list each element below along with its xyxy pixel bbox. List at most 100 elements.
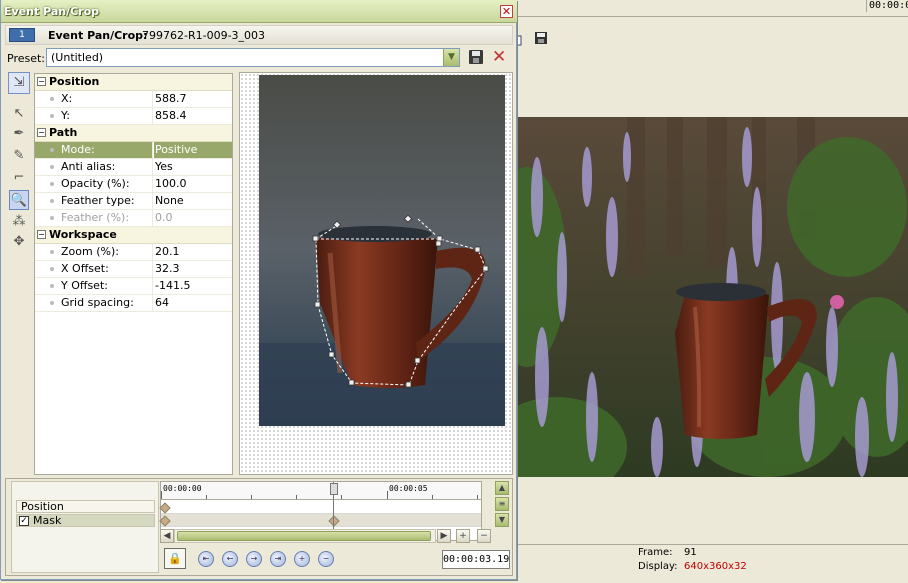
prop-row-opacity[interactable]: Opacity (%): 100.0 [35, 176, 232, 193]
prop-row-antialias[interactable]: Anti alias: Yes [35, 159, 232, 176]
timeline-hscrollbar[interactable] [174, 529, 436, 543]
zoom-tool-icon[interactable]: 🔍 [9, 190, 29, 210]
prop-value[interactable]: Positive [154, 142, 232, 158]
tool-strip: ⇲ ↖ ✒ ✎ ⌐ 🔍 ⁂ ✥ [6, 72, 32, 476]
collapse-icon[interactable]: − [37, 128, 46, 137]
anchor-creation-tool-icon[interactable]: ✒ [9, 124, 29, 144]
prev-keyframe-icon[interactable]: ← [222, 551, 238, 567]
save-icon[interactable] [534, 31, 548, 45]
scroll-down-icon[interactable]: ▼ [495, 513, 509, 527]
ruler-label: 00:00:05 [389, 484, 428, 493]
time-ruler[interactable]: 00:00:00 00:00:05 [161, 482, 481, 500]
scroll-up-icon[interactable]: ▲ [495, 481, 509, 495]
anchor-deletion-tool-icon[interactable]: ✎ [9, 146, 29, 166]
category-workspace[interactable]: − Workspace [35, 227, 232, 244]
prop-value[interactable]: 32.3 [154, 261, 180, 277]
prop-value[interactable]: Yes [154, 159, 173, 175]
prop-row-feather-type[interactable]: Feather type: None [35, 193, 232, 210]
prop-label: Feather (%): [35, 210, 153, 226]
ruler-tick [206, 495, 207, 499]
video-preview [517, 117, 908, 477]
delete-preset-icon[interactable]: ✕ [492, 49, 506, 66]
window-titlebar[interactable]: Event Pan/Crop ✕ [1, 0, 517, 23]
split-tangent-tool-icon[interactable]: ⌐ [9, 168, 29, 188]
event-header: 1 Event Pan/Crop: 799762-R1-009-3_003 [5, 25, 513, 45]
next-keyframe-icon[interactable]: → [246, 551, 262, 567]
collapse-icon[interactable]: − [37, 77, 46, 86]
delete-keyframe-icon[interactable]: − [318, 551, 334, 567]
prop-label: Feather type: [35, 193, 153, 209]
host-divider [517, 544, 908, 545]
ruler-tick [477, 495, 478, 499]
prop-value[interactable]: 64 [154, 295, 169, 311]
add-keyframe-icon[interactable]: + [294, 551, 310, 567]
prop-label: Y: [35, 108, 153, 124]
timeline-row-mask[interactable] [161, 514, 481, 527]
prop-row-xoffset[interactable]: X Offset: 32.3 [35, 261, 232, 278]
mask-workspace-canvas[interactable] [239, 72, 513, 475]
snap-tool-icon[interactable]: ⁂ [9, 212, 29, 232]
prop-label: Opacity (%): [35, 176, 153, 192]
ruler-tick [432, 495, 433, 499]
first-keyframe-icon[interactable]: ⇤ [198, 551, 214, 567]
track-position[interactable]: Position [16, 500, 155, 513]
host-timecode: 00:00:03 [866, 0, 908, 12]
frame-label: Frame: [638, 547, 673, 558]
track-mask-label: Mask [33, 514, 62, 527]
prop-value[interactable]: 100.0 [154, 176, 187, 192]
prop-value[interactable]: 588.7 [154, 91, 187, 107]
playhead-handle[interactable] [330, 483, 338, 495]
prop-row-zoom[interactable]: Zoom (%): 20.1 [35, 244, 232, 261]
prop-label: Grid spacing: [35, 295, 153, 311]
scroll-right-icon[interactable]: ▶ [437, 529, 451, 543]
timeline-row-position[interactable] [161, 501, 481, 514]
prop-row-x[interactable]: X: 588.7 [35, 91, 232, 108]
move-tool-icon[interactable]: ✥ [9, 232, 29, 252]
hscroll-thumb[interactable] [177, 531, 431, 541]
preset-label: Preset: [7, 52, 46, 65]
normal-edit-tool-icon[interactable]: ↖ [9, 104, 29, 124]
prop-value[interactable]: -141.5 [154, 278, 190, 294]
prop-row-feather: Feather (%): 0.0 [35, 210, 232, 227]
preset-value: (Untitled) [51, 51, 104, 64]
ruler-tick [251, 495, 252, 499]
zoom-in-icon[interactable]: + [456, 529, 470, 543]
close-button[interactable]: ✕ [500, 5, 513, 18]
category-position[interactable]: − Position [35, 74, 232, 91]
preset-dropdown[interactable]: (Untitled) ▼ [46, 48, 460, 67]
prop-row-mode[interactable]: Mode: Positive [35, 142, 232, 159]
prop-value[interactable]: 858.4 [154, 108, 187, 124]
scroll-thumb-icon[interactable]: ≡ [495, 497, 509, 511]
prop-row-grid-spacing[interactable]: Grid spacing: 64 [35, 295, 232, 312]
lock-aspect-button[interactable]: 🔒 [164, 548, 186, 569]
keyframe-panel: Position ✓ Mask 00:00:00 00:00:05 ▲ ≡ ▼ … [5, 478, 513, 576]
sync-cursor-icon[interactable]: ⇲ [8, 72, 30, 94]
copy-icon[interactable] [512, 33, 531, 47]
prop-row-y[interactable]: Y: 858.4 [35, 108, 232, 125]
prop-value[interactable]: None [154, 193, 184, 209]
scroll-left-icon[interactable]: ◀ [160, 529, 174, 543]
host-preview-toolbar [512, 17, 908, 117]
property-grid: − Position X: 588.7 Y: 858.4 − Path Mode… [34, 73, 233, 475]
frame-value: 91 [684, 547, 697, 558]
chevron-down-icon[interactable]: ▼ [443, 49, 459, 66]
display-readout: Display: 640x360x32 [638, 561, 747, 572]
track-mask[interactable]: ✓ Mask [16, 514, 155, 527]
event-header-label: Event Pan/Crop: [48, 29, 148, 42]
category-title: Workspace [49, 228, 117, 241]
frame-readout: Frame: 91 [638, 547, 697, 558]
keyframe-track-list: Position ✓ Mask [11, 481, 159, 573]
last-keyframe-icon[interactable]: ⇥ [270, 551, 286, 567]
save-preset-icon[interactable] [469, 50, 483, 64]
cursor-time-field[interactable]: 00:00:03.19 [442, 550, 510, 569]
bullet-icon [50, 148, 54, 152]
category-title: Position [49, 75, 100, 88]
category-title: Path [49, 126, 78, 139]
mask-checkbox[interactable]: ✓ [19, 516, 29, 526]
zoom-out-icon[interactable]: − [477, 529, 491, 543]
ruler-label: 00:00:00 [163, 484, 202, 493]
prop-row-yoffset[interactable]: Y Offset: -141.5 [35, 278, 232, 295]
collapse-icon[interactable]: − [37, 230, 46, 239]
prop-value[interactable]: 20.1 [154, 244, 180, 260]
category-path[interactable]: − Path [35, 125, 232, 142]
